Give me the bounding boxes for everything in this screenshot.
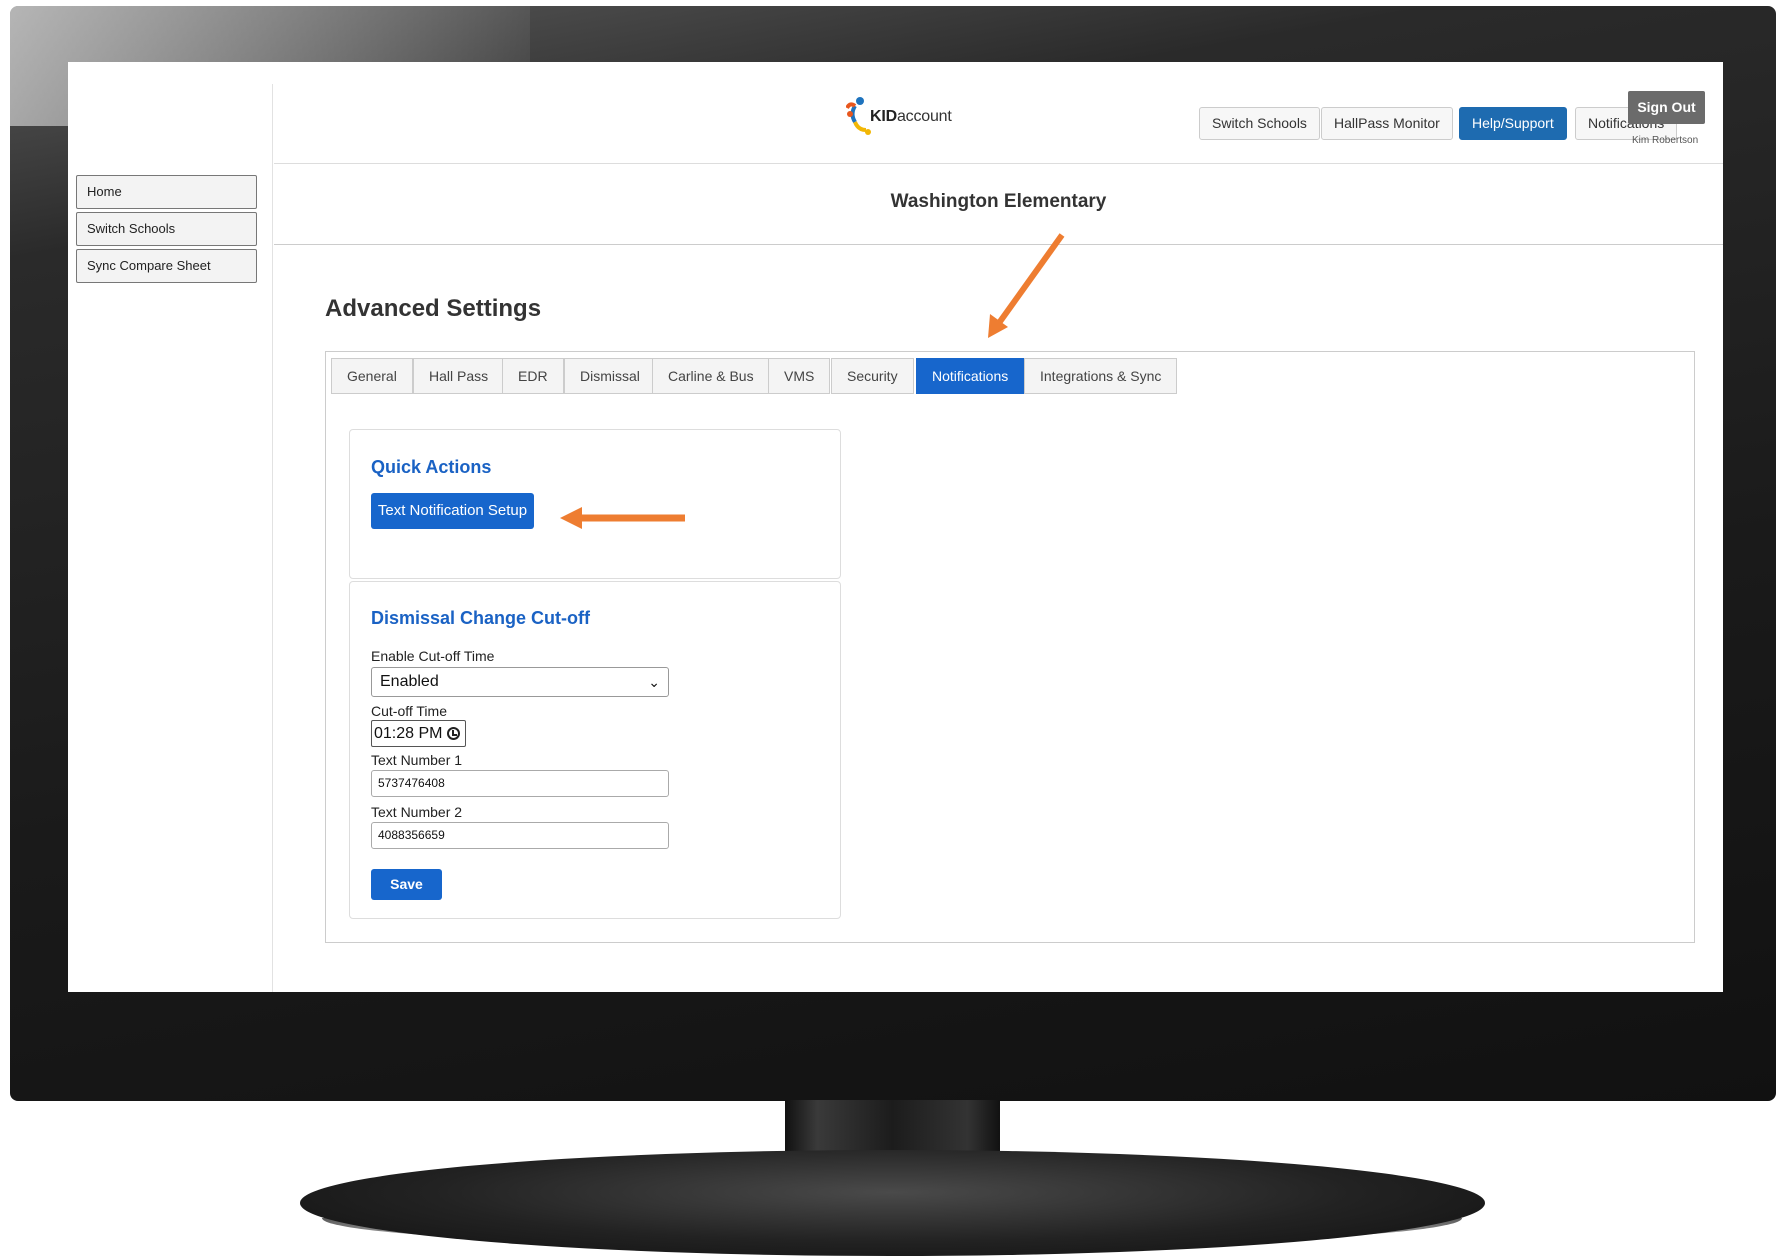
tab-notifications[interactable]: Notifications [916, 358, 1025, 394]
sidebar-item-sync-compare-sheet[interactable]: Sync Compare Sheet [76, 249, 257, 283]
enable-cutoff-value: Enabled [380, 673, 439, 690]
tab-general[interactable]: General [331, 358, 413, 394]
school-bar: Washington Elementary [274, 165, 1723, 245]
sign-out-button[interactable]: Sign Out [1628, 91, 1705, 124]
logo-text: KIDaccount [870, 108, 952, 125]
help-support-button[interactable]: Help/Support [1459, 107, 1567, 140]
page-title: Advanced Settings [325, 295, 542, 322]
text-number-1-input[interactable]: 5737476408 [371, 770, 669, 797]
clock-icon[interactable] [447, 727, 460, 740]
tab-integrations-sync[interactable]: Integrations & Sync [1024, 358, 1178, 394]
user-name: Kim Robertson [1632, 135, 1699, 146]
sidebar: Home Switch Schools Sync Compare Sheet [68, 84, 273, 992]
text-number-2-label: Text Number 2 [371, 804, 463, 820]
chevron-down-icon: ⌄ [648, 674, 660, 690]
quick-actions-title: Quick Actions [371, 457, 492, 477]
top-bar: KIDaccount Switch Schools HallPass Monit… [274, 84, 1723, 164]
monitor-stand-base [300, 1150, 1485, 1256]
cutoff-time-input[interactable]: 01:28 PM [371, 720, 466, 747]
cutoff-time-label: Cut-off Time [371, 703, 447, 719]
text-number-2-input[interactable]: 4088356659 [371, 822, 669, 849]
cutoff-time-value: 01:28 PM [374, 725, 443, 742]
enable-cutoff-select[interactable]: Enabled ⌄ [371, 667, 669, 697]
screen: Home Switch Schools Sync Compare Sheet K… [68, 62, 1723, 992]
tab-carline-bus[interactable]: Carline & Bus [652, 358, 770, 394]
sidebar-item-home[interactable]: Home [76, 175, 257, 209]
quick-actions-card: Quick Actions Text Notification Setup [349, 429, 841, 579]
tab-edr[interactable]: EDR [502, 358, 564, 394]
logo-mark-icon [846, 97, 871, 135]
dismissal-cutoff-title: Dismissal Change Cut-off [371, 608, 591, 628]
tab-dismissal[interactable]: Dismissal [564, 358, 656, 394]
hallpass-monitor-button[interactable]: HallPass Monitor [1321, 107, 1453, 140]
kidaccount-logo[interactable]: KIDaccount [846, 94, 956, 146]
tab-vms[interactable]: VMS [768, 358, 831, 394]
switch-schools-button[interactable]: Switch Schools [1199, 107, 1320, 140]
save-button[interactable]: Save [371, 869, 442, 900]
school-name: Washington Elementary [890, 191, 1107, 212]
text-number-1-label: Text Number 1 [371, 752, 463, 768]
tab-hall-pass[interactable]: Hall Pass [413, 358, 505, 394]
text-notification-setup-button[interactable]: Text Notification Setup [371, 493, 534, 529]
tab-security[interactable]: Security [831, 358, 914, 394]
dismissal-cutoff-card: Dismissal Change Cut-off Enable Cut-off … [349, 581, 841, 919]
enable-cutoff-label: Enable Cut-off Time [371, 648, 495, 664]
sidebar-item-switch-schools[interactable]: Switch Schools [76, 212, 257, 246]
